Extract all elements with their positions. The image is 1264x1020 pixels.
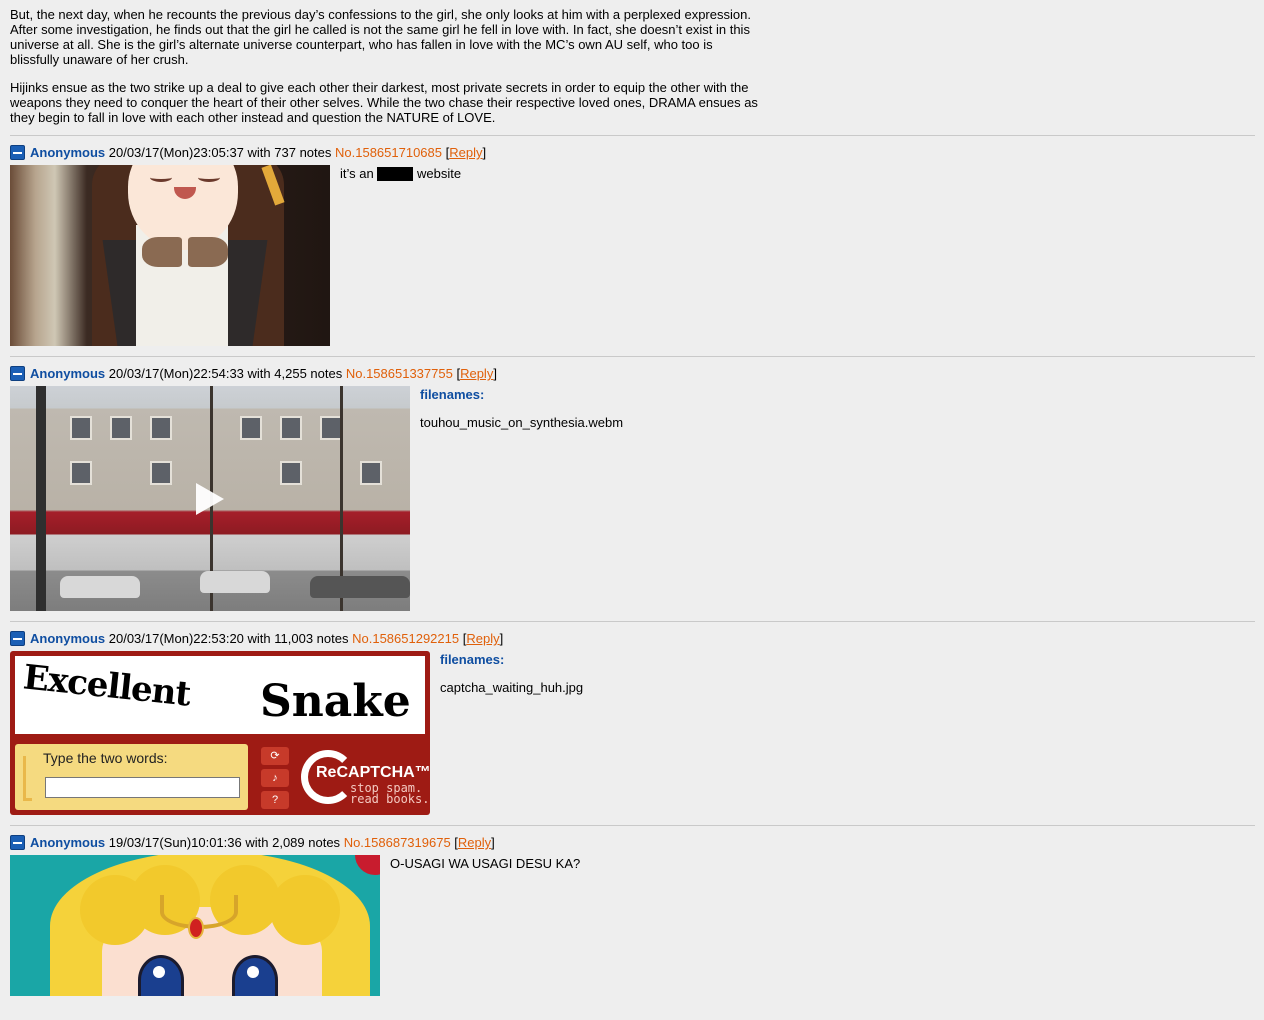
recaptcha-tagline: stop spam. read books. bbox=[350, 782, 430, 806]
post-body: it’s an website bbox=[10, 165, 1255, 346]
separator bbox=[10, 825, 1255, 826]
post-body: Excellent Snake Type the two words: ⟳ ♪ … bbox=[10, 651, 1255, 815]
captcha-field bbox=[45, 777, 240, 798]
video-thumbnail[interactable] bbox=[10, 386, 410, 611]
redacted-word bbox=[377, 167, 414, 181]
separator bbox=[10, 356, 1255, 357]
thread: But, the next day, when he recounts the … bbox=[0, 0, 1264, 996]
arrow-icon bbox=[23, 756, 32, 801]
post-number[interactable]: No.158651292215 bbox=[352, 631, 459, 646]
post-datetime: 20/03/17(Mon)22:53:20 bbox=[108, 631, 244, 646]
post-body: O-USAGI WA USAGI DESU KA? bbox=[10, 855, 1255, 996]
poster-name: Anonymous bbox=[30, 145, 106, 160]
reply-link[interactable]: Reply bbox=[458, 835, 491, 850]
minimize-icon[interactable] bbox=[10, 835, 25, 850]
post: Anonymous 20/03/17(Mon)23:05:37 with 737… bbox=[10, 144, 1255, 346]
filename: touhou_music_on_synthesia.webm bbox=[420, 415, 624, 430]
post-header: Anonymous 20/03/17(Mon)23:05:37 with 737… bbox=[10, 144, 1255, 162]
op-paragraph-1: But, the next day, when he recounts the … bbox=[10, 7, 751, 67]
audio-icon: ♪ bbox=[261, 769, 289, 787]
minimize-icon[interactable] bbox=[10, 145, 25, 160]
op-paragraph-2: Hijinks ensue as the two strike up a dea… bbox=[10, 80, 758, 125]
post-message: filenames: touhou_music_on_synthesia.web… bbox=[410, 386, 623, 611]
post-number[interactable]: No.158651710685 bbox=[335, 145, 442, 160]
refresh-icon: ⟳ bbox=[261, 747, 289, 765]
notes-count: with 737 notes bbox=[247, 145, 332, 160]
post-message: filenames: captcha_waiting_huh.jpg bbox=[430, 651, 583, 815]
notes-count: with 4,255 notes bbox=[247, 366, 343, 381]
reply-link[interactable]: Reply bbox=[449, 145, 482, 160]
notes-count: with 2,089 notes bbox=[245, 835, 341, 850]
post-header: Anonymous 19/03/17(Sun)10:01:36 with 2,0… bbox=[10, 834, 1255, 852]
captcha-prompt: Type the two words: bbox=[43, 750, 168, 766]
post-number[interactable]: No.158651337755 bbox=[346, 366, 453, 381]
post-datetime: 20/03/17(Mon)23:05:37 bbox=[108, 145, 244, 160]
post-message: O-USAGI WA USAGI DESU KA? bbox=[390, 856, 581, 871]
play-icon[interactable] bbox=[196, 483, 224, 515]
post-datetime: 19/03/17(Sun)10:01:36 bbox=[108, 835, 242, 850]
captcha-input-panel: Type the two words: bbox=[15, 744, 248, 810]
filenames-label: filenames: bbox=[440, 652, 505, 667]
recaptcha-logo-text: ReCAPTCHA™ bbox=[316, 764, 430, 781]
post-header: Anonymous 20/03/17(Mon)22:54:33 with 4,2… bbox=[10, 365, 1255, 383]
captcha-word-1: Excellent bbox=[21, 657, 193, 715]
poster-name: Anonymous bbox=[30, 835, 106, 850]
sailor-moon-thumbnail[interactable] bbox=[10, 855, 380, 996]
post-message: it’s an website bbox=[330, 165, 461, 346]
separator bbox=[10, 621, 1255, 622]
poster-name: Anonymous bbox=[30, 366, 106, 381]
minimize-icon[interactable] bbox=[10, 631, 25, 646]
message-text-before: it’s an bbox=[340, 166, 374, 181]
captcha-words: Excellent Snake bbox=[15, 656, 425, 734]
poster-name: Anonymous bbox=[30, 631, 106, 646]
captcha-thumbnail[interactable]: Excellent Snake Type the two words: ⟳ ♪ … bbox=[10, 651, 430, 815]
message-text-after: website bbox=[416, 166, 462, 181]
op-text: But, the next day, when he recounts the … bbox=[10, 0, 762, 125]
post-header: Anonymous 20/03/17(Mon)22:53:20 with 11,… bbox=[10, 630, 1255, 648]
filename: captcha_waiting_huh.jpg bbox=[440, 680, 584, 695]
tagline-line-2: read books. bbox=[350, 792, 430, 806]
minimize-icon[interactable] bbox=[10, 366, 25, 381]
filenames-label: filenames: bbox=[420, 387, 485, 402]
captcha-word-2: Snake bbox=[260, 676, 411, 727]
reply-link[interactable]: Reply bbox=[460, 366, 493, 381]
help-icon: ? bbox=[261, 791, 289, 809]
notes-count: with 11,003 notes bbox=[247, 631, 349, 646]
post-datetime: 20/03/17(Mon)22:54:33 bbox=[108, 366, 244, 381]
anime-girl-thumbnail[interactable] bbox=[10, 165, 330, 346]
reply-link[interactable]: Reply bbox=[466, 631, 499, 646]
post-number[interactable]: No.158687319675 bbox=[344, 835, 451, 850]
post: Anonymous 20/03/17(Mon)22:54:33 with 4,2… bbox=[10, 365, 1255, 611]
separator bbox=[10, 135, 1255, 136]
post: Anonymous 19/03/17(Sun)10:01:36 with 2,0… bbox=[10, 834, 1255, 996]
post: Anonymous 20/03/17(Mon)22:53:20 with 11,… bbox=[10, 630, 1255, 815]
post-body: filenames: touhou_music_on_synthesia.web… bbox=[10, 386, 1255, 611]
